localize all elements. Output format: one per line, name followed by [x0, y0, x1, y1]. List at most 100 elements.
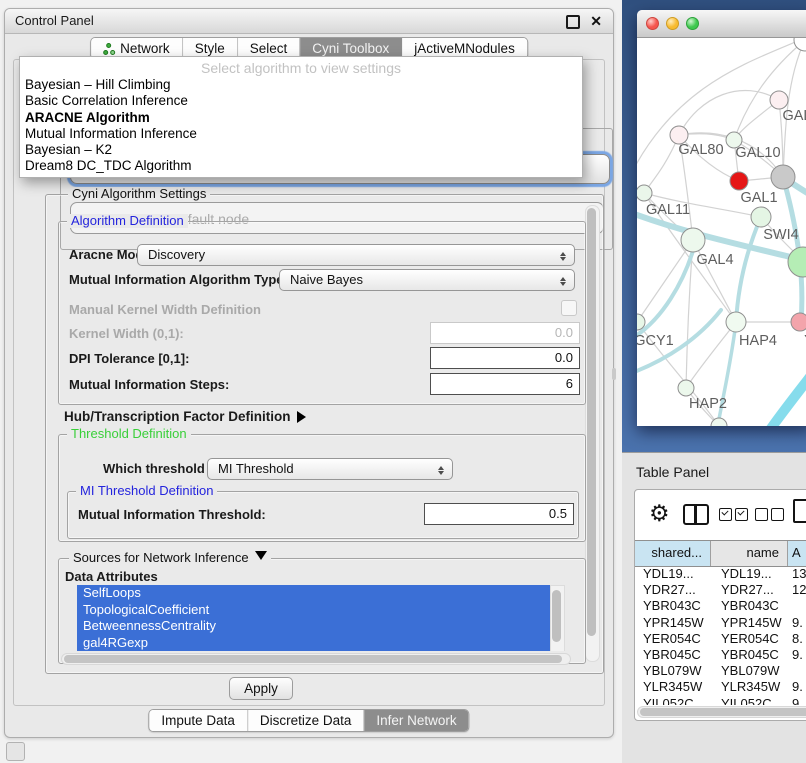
network-edge	[749, 360, 806, 426]
deselect-all-checkbox-icon-2[interactable]	[771, 508, 784, 521]
minimize-traffic-light-icon[interactable]	[666, 17, 679, 30]
network-canvas[interactable]: GALGAL80GAL10GAL1GAL11SWI4GAL4GCY1HAP4YH…	[637, 38, 806, 426]
table-row[interactable]: YDR27...YDR27...12	[635, 582, 806, 598]
dpi-tolerance-input[interactable]: 0.0	[430, 347, 580, 369]
attribute-item[interactable]: TopologicalCoefficient	[77, 602, 551, 619]
node-label: GAL10	[735, 145, 780, 161]
network-node-hap2[interactable]	[678, 380, 694, 396]
node-label: GAL11	[646, 202, 690, 218]
network-node[interactable]	[771, 165, 795, 189]
network-window-titlebar[interactable]	[637, 10, 806, 38]
tab-infer-network[interactable]: Infer Network	[364, 710, 468, 731]
table-cell: YBR045C	[635, 647, 711, 663]
tab-label: Cyni Toolbox	[312, 41, 389, 56]
node-label: HAP4	[739, 333, 777, 349]
table-cell: 9.	[788, 647, 806, 663]
table-cell: YDL19...	[635, 566, 711, 582]
select-all-checkbox-icon-2[interactable]	[735, 508, 748, 521]
attributes-hscrollbar-thumb[interactable]	[64, 655, 562, 663]
table-cell: 13	[788, 566, 806, 582]
tab-discretize-data[interactable]: Discretize Data	[248, 710, 365, 731]
sources-toggle[interactable]: Sources for Network Inference	[69, 551, 271, 566]
algorithm-option[interactable]: Bayesian – K2	[20, 142, 582, 158]
node-label: GAL80	[678, 142, 723, 158]
table-cell	[788, 663, 806, 679]
tab-label: Impute Data	[161, 713, 235, 728]
combo-arrows-icon	[437, 462, 445, 479]
algorithm-option[interactable]: Bayesian – Hill Climbing	[20, 77, 582, 93]
apply-button[interactable]: Apply	[229, 677, 293, 700]
close-traffic-light-icon[interactable]	[646, 17, 659, 30]
mi-threshold-group: MI Threshold Definition Mutual Informati…	[67, 491, 579, 539]
attribute-item[interactable]: gal4RGexp	[77, 635, 551, 652]
tab-label: Discretize Data	[260, 713, 352, 728]
mi-type-label: Mutual Information Algorithm Type:	[69, 272, 288, 287]
table-row[interactable]: YDL19...YDL19...13	[635, 566, 806, 582]
close-icon[interactable]: ✕	[590, 11, 602, 31]
table-row[interactable]: YPR145WYPR145W9.	[635, 615, 806, 631]
group-title: Threshold Definition	[67, 427, 191, 441]
corner-button[interactable]	[6, 742, 25, 761]
network-node-hap4[interactable]	[726, 312, 746, 332]
table-cell: 9.	[788, 615, 806, 631]
control-panel-titlebar[interactable]: Control Panel ✕	[5, 9, 613, 34]
network-node-gal1[interactable]	[730, 172, 748, 190]
column-header-1[interactable]: shared...	[635, 541, 711, 566]
network-node[interactable]	[788, 247, 806, 277]
table-cell: YBL079W	[711, 663, 788, 679]
split-columns-icon[interactable]	[683, 504, 709, 525]
table-cell: YER054C	[711, 631, 788, 647]
algorithm-option[interactable]: Basic Correlation Inference	[20, 93, 582, 109]
table-row[interactable]: YLR345WYLR345W9.	[635, 679, 806, 695]
manual-kernel-checkbox[interactable]	[561, 300, 577, 316]
table-row[interactable]: YER054CYER054C8.	[635, 631, 806, 647]
network-node-gal11[interactable]	[637, 185, 652, 201]
cyni-algorithm-settings-group: Cyni Algorithm Settings Algorithm Defini…	[45, 194, 604, 674]
kernel-width-input[interactable]: 0.0	[430, 322, 580, 344]
table-row[interactable]: YBL079WYBL079W	[635, 663, 806, 679]
attribute-item[interactable]: SelfLoops	[77, 585, 551, 602]
attributes-hscrollbar[interactable]	[61, 653, 571, 665]
select-all-checkbox-icon[interactable]	[719, 508, 732, 521]
column-header-3[interactable]: A	[788, 541, 806, 566]
table-cell: YBL079W	[635, 663, 711, 679]
network-node-gal[interactable]	[770, 91, 788, 109]
attribute-item[interactable]: BetweennessCentrality	[77, 618, 551, 635]
window-title: Control Panel	[15, 9, 94, 33]
algorithm-option[interactable]: ARACNE Algorithm	[20, 110, 582, 126]
algorithm-option[interactable]: Mutual Information Inference	[20, 126, 582, 142]
network-node-gal4[interactable]	[681, 228, 705, 252]
attributes-scrollbar[interactable]	[550, 585, 565, 651]
table-hscrollbar[interactable]	[637, 706, 806, 718]
attributes-scrollbar-thumb[interactable]	[552, 590, 561, 642]
hub-definition-toggle[interactable]: Hub/Transcription Factor Definition	[64, 409, 312, 424]
new-column-icon[interactable]	[793, 499, 806, 523]
zoom-traffic-light-icon[interactable]	[686, 17, 699, 30]
table-hscrollbar-thumb[interactable]	[640, 708, 806, 716]
algorithm-option[interactable]: Dream8 DC_TDC Algorithm	[20, 158, 582, 174]
table-cell: 12	[788, 582, 806, 598]
float-window-icon[interactable]	[566, 15, 580, 29]
table-row[interactable]: YBR045CYBR045C9.	[635, 647, 806, 663]
data-attributes-label: Data Attributes	[65, 569, 158, 584]
mi-threshold-input[interactable]: 0.5	[424, 503, 574, 525]
node-label: SWI4	[763, 227, 798, 243]
which-threshold-select[interactable]: MI Threshold	[207, 458, 453, 480]
settings-scrollbar-thumb[interactable]	[587, 208, 596, 636]
mi-steps-input[interactable]: 6	[430, 373, 580, 395]
column-header-2[interactable]: name	[711, 541, 788, 566]
network-node-swi4[interactable]	[751, 207, 771, 227]
panel-splitter-handle[interactable]	[612, 368, 616, 380]
tab-label: Select	[250, 41, 288, 56]
settings-scrollbar[interactable]	[585, 205, 600, 662]
tab-impute-data[interactable]: Impute Data	[149, 710, 248, 731]
deselect-all-checkbox-icon[interactable]	[755, 508, 768, 521]
table-row[interactable]: YBR043CYBR043C	[635, 598, 806, 614]
gear-icon[interactable]: ⚙	[649, 498, 670, 528]
table-row[interactable]: YIL052CYIL052C9.	[635, 696, 806, 706]
network-node-y[interactable]	[791, 313, 806, 331]
expand-down-icon	[255, 551, 267, 566]
mi-algorithm-type-select[interactable]: Naive Bayes	[279, 269, 575, 291]
aracne-mode-select[interactable]: Discovery	[137, 244, 575, 266]
network-node[interactable]	[794, 38, 806, 51]
